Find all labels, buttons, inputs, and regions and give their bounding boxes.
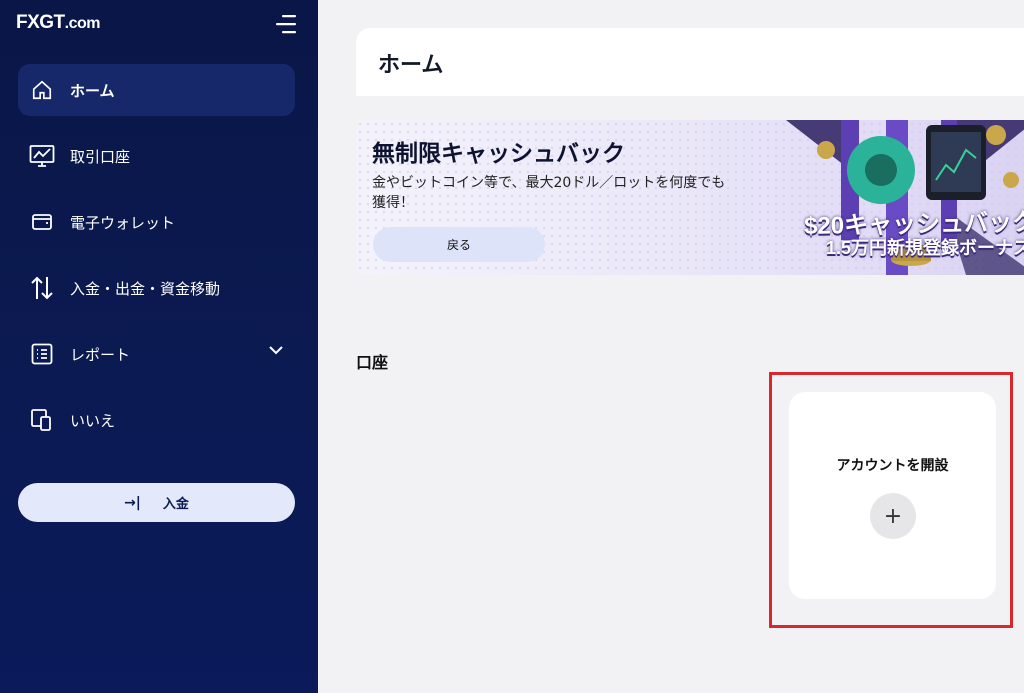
promo-banner[interactable]: 無制限キャッシュバック 金やビットコイン等で、最大20ドル／ロットを何度でも獲得… [356, 120, 1024, 275]
sidebar-item-label: 取引口座 [70, 147, 131, 166]
collapse-menu-icon[interactable] [274, 14, 296, 34]
arrow-to-bar-icon: →| [124, 494, 141, 511]
page-header: ホーム [356, 28, 1024, 96]
banner-back-button[interactable]: 戻る [373, 227, 545, 262]
sidebar-item-trading-accounts[interactable]: 取引口座 [18, 130, 295, 182]
open-account-card[interactable]: アカウントを開設 + [789, 392, 996, 599]
sidebar-item-reports[interactable]: レポート [18, 328, 295, 380]
banner-title: 無制限キャッシュバック [372, 141, 625, 167]
sidebar-item-devices[interactable]: いいえ [18, 394, 295, 446]
page-title: ホーム [378, 53, 444, 78]
fxgt-logo[interactable]: FXGT.com [16, 12, 101, 34]
wallet-icon [28, 208, 56, 236]
devices-icon [28, 406, 56, 434]
sidebar-item-e-wallet[interactable]: 電子ウォレット [18, 196, 295, 248]
promo-bonus-text: 1.5万円新規登録ボーナス [826, 238, 1024, 258]
chevron-down-icon[interactable] [269, 345, 283, 355]
accounts-section-title: 口座 [356, 353, 389, 372]
sidebar-item-label: 入金・出金・資金移動 [70, 279, 221, 298]
sidebar-item-home[interactable]: ホーム [18, 64, 295, 116]
chart-monitor-icon [28, 142, 56, 170]
banner-subtitle: 金やビットコイン等で、最大20ドル／ロットを何度でも獲得！ [372, 175, 726, 211]
report-list-icon [28, 340, 56, 368]
sidebar-item-label: ホーム [70, 81, 115, 100]
sidebar-item-funds-transfer[interactable]: 入金・出金・資金移動 [18, 262, 295, 314]
open-account-title: アカウントを開設 [836, 458, 949, 474]
deposit-label: 入金 [162, 497, 189, 512]
sidebar: FXGT.com ホーム 取引口座 電子ウォレット 入金・出金・資金移動 レポー… [0, 0, 318, 693]
sidebar-item-label: レポート [70, 345, 131, 364]
sidebar-item-label: 電子ウォレット [70, 213, 176, 232]
deposit-button[interactable]: →| 入金 [18, 483, 295, 522]
home-icon [28, 76, 56, 104]
sidebar-item-label: いいえ [70, 411, 116, 430]
transfer-arrows-icon [28, 274, 56, 302]
add-account-button[interactable]: + [870, 493, 916, 539]
